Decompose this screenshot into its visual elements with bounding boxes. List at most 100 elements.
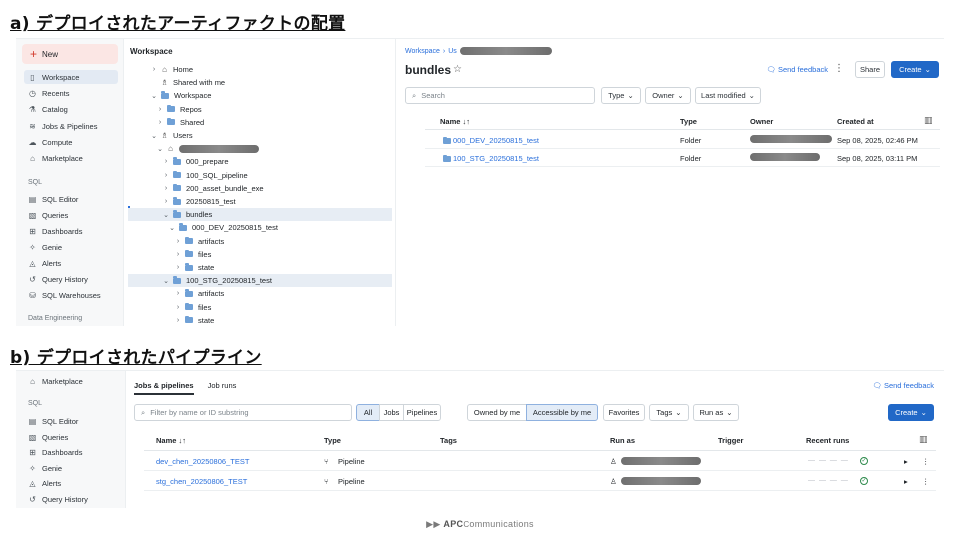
type-filter[interactable]: Type ⌄ <box>601 87 641 104</box>
chevron-down-icon[interactable]: ⌄ <box>156 145 164 153</box>
sidebar-item-sql-editor[interactable]: ▤ SQL Editor <box>24 192 118 206</box>
tree-node[interactable]: › 200_asset_bundle_exe <box>128 182 392 195</box>
last-modified-filter[interactable]: Last modified ⌄ <box>695 87 761 104</box>
column-name[interactable]: Name ↓↑ <box>440 117 470 126</box>
sidebar-item-sql-warehouses[interactable]: ⛁ SQL Warehouses <box>24 288 118 302</box>
sidebar-item-genie[interactable]: ✧ Genie <box>24 240 118 254</box>
chevron-right-icon[interactable]: › <box>150 66 158 73</box>
tree-node[interactable]: › artifacts <box>128 235 392 248</box>
owner-filter[interactable]: Owner ⌄ <box>645 87 691 104</box>
sidebar-item-marketplace[interactable]: ⌂ Marketplace <box>24 151 118 165</box>
columns-settings-icon[interactable]: ▥ <box>919 434 928 445</box>
sidebar-item-queries[interactable]: ▧ Queries <box>24 208 118 222</box>
tree-node[interactable]: › 000_prepare <box>128 155 392 168</box>
more-options-icon[interactable]: ⋮ <box>834 63 844 74</box>
run-play-icon[interactable]: ▸ <box>904 457 908 466</box>
tree-node[interactable]: › artifacts <box>128 287 392 300</box>
chevron-down-icon[interactable]: ⌄ <box>162 211 170 219</box>
favorite-star-icon[interactable]: ☆ <box>453 64 462 75</box>
new-button[interactable]: + New <box>22 44 118 64</box>
tree-node[interactable]: › 20250815_test <box>128 195 392 208</box>
segment-pipelines[interactable]: Pipelines <box>403 404 441 421</box>
create-button[interactable]: Create ⌄ <box>891 61 939 78</box>
sidebar-item-jobs[interactable]: ≋ Jobs & Pipelines <box>24 119 118 133</box>
table-row[interactable]: stg_chen_20250806_TEST ⑂ Pipeline ♙ — — … <box>144 472 936 491</box>
tree-node[interactable]: › files <box>128 301 392 314</box>
chevron-right-icon[interactable]: › <box>174 304 182 311</box>
chevron-down-icon[interactable]: ⌄ <box>162 277 170 285</box>
sidebar-item-queries[interactable]: ▧ Queries <box>24 430 118 444</box>
tree-node[interactable]: ⌄ bundles <box>128 208 392 222</box>
owned-by-me-filter[interactable]: Owned by me <box>467 404 527 421</box>
send-feedback-link[interactable]: 🗨 Send feedback <box>872 381 934 390</box>
row-name[interactable]: 100_STG_20250815_test <box>453 154 539 163</box>
segment-jobs[interactable]: Jobs <box>379 404 404 421</box>
tree-node[interactable]: ⌄ Workspace <box>128 89 392 102</box>
column-name[interactable]: Name ↓↑ <box>156 436 186 445</box>
sidebar-item-compute[interactable]: ☁ Compute <box>24 135 118 149</box>
chevron-down-icon[interactable]: ⌄ <box>168 224 176 232</box>
share-button[interactable]: Share <box>855 61 885 78</box>
send-feedback-link[interactable]: 🗨 Send feedback <box>766 65 828 74</box>
row-name[interactable]: 000_DEV_20250815_test <box>453 136 539 145</box>
tree-node[interactable]: › Shared <box>128 116 392 129</box>
table-row[interactable]: dev_chen_20250806_TEST ⑂ Pipeline ♙ — — … <box>144 452 936 471</box>
tree-node[interactable]: ⌄ 100_STG_20250815_test <box>128 274 392 288</box>
filter-input[interactable]: ⌕ Filter by name or ID substring <box>134 404 352 421</box>
tree-node[interactable]: › state <box>128 314 392 326</box>
sidebar-item-marketplace[interactable]: ⌂ Marketplace <box>24 374 118 388</box>
sidebar-item-workspace[interactable]: ▯ Workspace <box>24 70 118 84</box>
tree-node[interactable]: › 100_SQL_pipeline <box>128 169 392 182</box>
search-input[interactable]: ⌕ Search <box>405 87 595 104</box>
sidebar-item-query-history[interactable]: ↺ Query History <box>24 272 118 286</box>
accessible-by-me-filter[interactable]: Accessible by me <box>526 404 598 421</box>
chevron-right-icon[interactable]: › <box>162 172 170 179</box>
chevron-right-icon[interactable]: › <box>174 238 182 245</box>
favorites-filter[interactable]: Favorites <box>603 404 645 421</box>
sidebar-item-recents[interactable]: ◷ Recents <box>24 86 118 100</box>
chevron-right-icon[interactable]: › <box>156 119 164 126</box>
chevron-down-icon[interactable]: ⌄ <box>150 92 158 100</box>
table-row[interactable]: 000_DEV_20250815_test Folder Sep 08, 202… <box>425 131 940 149</box>
chevron-right-icon[interactable]: › <box>174 251 182 258</box>
chevron-right-icon[interactable]: › <box>162 198 170 205</box>
segment-all[interactable]: All <box>356 404 380 421</box>
tab-job-runs[interactable]: Job runs <box>208 381 237 395</box>
chevron-right-icon[interactable]: › <box>162 158 170 165</box>
chevron-right-icon[interactable]: › <box>174 317 182 324</box>
tab-jobs-pipelines[interactable]: Jobs & pipelines <box>134 381 194 395</box>
sidebar-item-genie[interactable]: ✧ Genie <box>24 461 118 475</box>
more-options-icon[interactable]: ⋮ <box>922 457 930 466</box>
breadcrumb-workspace[interactable]: Workspace <box>405 48 440 55</box>
sidebar-item-alerts[interactable]: ◬ Alerts <box>24 256 118 270</box>
tree-node[interactable]: › state <box>128 261 392 274</box>
tree-node[interactable]: › ⌂ Home <box>128 63 392 76</box>
chevron-right-icon[interactable]: › <box>174 290 182 297</box>
tree-node[interactable]: › Repos <box>128 103 392 116</box>
row-name[interactable]: dev_chen_20250806_TEST <box>156 457 249 466</box>
sidebar-item-sql-editor[interactable]: ▤ SQL Editor <box>24 414 118 428</box>
tree-node[interactable]: › files <box>128 248 392 261</box>
more-options-icon[interactable]: ⋮ <box>922 477 930 486</box>
tree-node[interactable]: ♗ Shared with me <box>128 76 392 89</box>
create-button[interactable]: Create ⌄ <box>888 404 934 421</box>
sidebar-item-dashboards[interactable]: ⊞ Dashboards <box>24 224 118 238</box>
tags-filter[interactable]: Tags ⌄ <box>649 404 689 421</box>
sidebar-item-dashboards[interactable]: ⊞ Dashboards <box>24 445 118 459</box>
tree-node[interactable]: ⌄ ⌂ <box>128 142 392 155</box>
run-play-icon[interactable]: ▸ <box>904 477 908 486</box>
row-name[interactable]: stg_chen_20250806_TEST <box>156 477 247 486</box>
sidebar-item-catalog[interactable]: ⚗ Catalog <box>24 102 118 116</box>
chevron-right-icon[interactable]: › <box>162 185 170 192</box>
chevron-right-icon[interactable]: › <box>174 264 182 271</box>
tree-node[interactable]: ⌄ 000_DEV_20250815_test <box>128 221 392 234</box>
columns-settings-icon[interactable]: ▥ <box>924 115 933 126</box>
chevron-down-icon[interactable]: ⌄ <box>150 132 158 140</box>
sidebar-item-alerts[interactable]: ◬ Alerts <box>24 476 118 490</box>
sidebar-item-query-history[interactable]: ↺ Query History <box>24 492 118 506</box>
run-as-filter[interactable]: Run as ⌄ <box>693 404 739 421</box>
tree-node[interactable]: ⌄ ♗ Users <box>128 129 392 142</box>
breadcrumb-users[interactable]: Us <box>448 48 457 55</box>
table-row[interactable]: 100_STG_20250815_test Folder Sep 08, 202… <box>425 149 940 167</box>
chevron-right-icon[interactable]: › <box>156 106 164 113</box>
